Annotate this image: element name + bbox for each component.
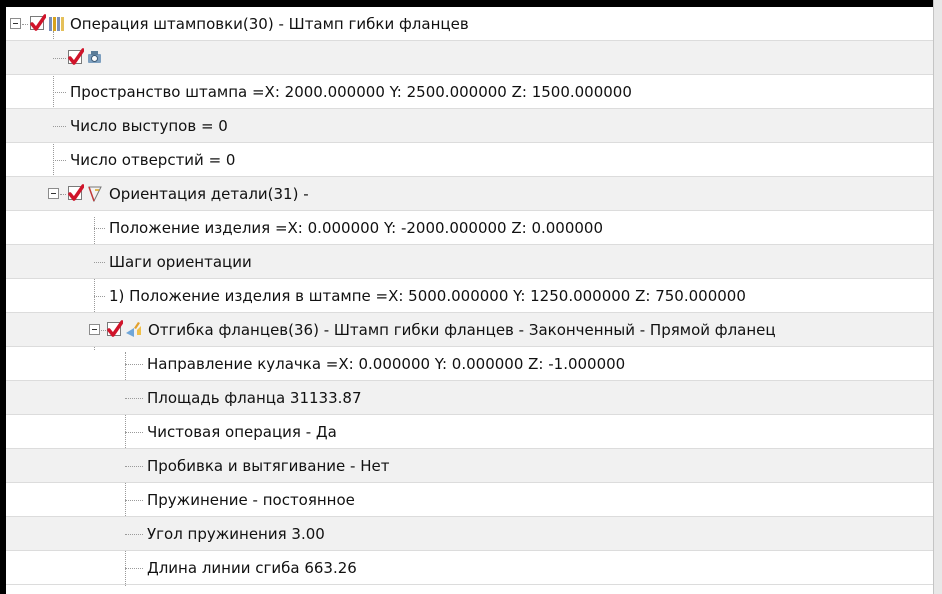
tree-row-part-position[interactable]: Положение изделия =X: 0.000000 Y: -2000.… bbox=[6, 211, 933, 245]
tree-connector bbox=[101, 330, 106, 331]
tree-row-protrusions[interactable]: Число выступов = 0 bbox=[6, 109, 933, 143]
checkbox-icon[interactable] bbox=[30, 14, 46, 31]
tree-connector bbox=[60, 194, 66, 195]
tree-connector bbox=[125, 466, 143, 467]
holes-count-text: Число отверстий = 0 bbox=[70, 151, 236, 169]
collapse-toggle-icon[interactable] bbox=[48, 188, 59, 199]
tree-connector bbox=[94, 228, 105, 229]
flange-bend-label: Отгибка фланцев(36) - Штамп гибки фланце… bbox=[148, 321, 776, 339]
checkbox-icon[interactable] bbox=[107, 320, 123, 337]
tree-row-stamping-operation[interactable]: Операция штамповки(30) - Штамп гибки фла… bbox=[6, 7, 933, 41]
step-1-text: 1) Положение изделия в штампе =X: 5000.0… bbox=[109, 287, 746, 305]
springback-text: Пружинение - постоянное bbox=[147, 491, 355, 509]
tree-connector bbox=[125, 432, 143, 433]
press-settings-icon bbox=[88, 51, 101, 63]
finishing-operation-text: Чистовая операция - Да bbox=[147, 423, 337, 441]
tree-connector bbox=[125, 500, 143, 501]
tree-row-die-space[interactable]: Пространство штампа =X: 2000.000000 Y: 2… bbox=[6, 75, 933, 109]
tree-connector bbox=[53, 160, 66, 161]
tree-row-springback-angle[interactable]: Угол пружинения 3.00 bbox=[6, 517, 933, 551]
tree-row-flange-area[interactable]: Площадь фланца 31133.87 bbox=[6, 381, 933, 415]
tree-row-cam-direction[interactable]: Направление кулачка =X: 0.000000 Y: 0.00… bbox=[6, 347, 933, 381]
tree-row-part-orientation[interactable]: Ориентация детали(31) - bbox=[6, 177, 933, 211]
tree-row-settings[interactable] bbox=[6, 41, 933, 75]
tree-row-step-1[interactable]: 1) Положение изделия в штампе =X: 5000.0… bbox=[6, 279, 933, 313]
tree-row-holes[interactable]: Число отверстий = 0 bbox=[6, 143, 933, 177]
bend-line-length-text: Длина линии сгиба 663.26 bbox=[147, 559, 357, 577]
collapse-toggle-icon[interactable] bbox=[10, 18, 21, 29]
springback-angle-text: Угол пружинения 3.00 bbox=[147, 525, 325, 543]
tree-connector bbox=[94, 296, 105, 297]
part-orientation-label: Ориентация детали(31) - bbox=[109, 185, 309, 203]
tree-row-orientation-steps[interactable]: Шаги ориентации bbox=[6, 245, 933, 279]
tree-row-piercing[interactable]: Пробивка и вытягивание - Нет bbox=[6, 449, 933, 483]
piercing-drawing-text: Пробивка и вытягивание - Нет bbox=[147, 457, 390, 475]
tree-connector bbox=[125, 398, 143, 399]
die-stack-icon bbox=[49, 17, 64, 31]
window-frame-top bbox=[0, 0, 942, 7]
tree-connector bbox=[125, 568, 143, 569]
tree-row-bend-line-length[interactable]: Длина линии сгиба 663.26 bbox=[6, 551, 933, 585]
part-position-text: Положение изделия =X: 0.000000 Y: -2000.… bbox=[109, 219, 604, 237]
die-space-text: Пространство штампа =X: 2000.000000 Y: 2… bbox=[70, 83, 632, 101]
operation-tree[interactable]: Операция штамповки(30) - Штамп гибки фла… bbox=[6, 7, 933, 594]
flange-bend-icon bbox=[126, 322, 141, 337]
tree-connector bbox=[53, 126, 66, 127]
orientation-steps-text: Шаги ориентации bbox=[109, 253, 252, 271]
checkbox-icon[interactable] bbox=[68, 184, 84, 201]
tree-connector bbox=[53, 92, 66, 93]
protrusions-count-text: Число выступов = 0 bbox=[70, 117, 228, 135]
tree-row-finishing[interactable]: Чистовая операция - Да bbox=[6, 415, 933, 449]
collapse-toggle-icon[interactable] bbox=[89, 324, 100, 335]
checkbox-icon[interactable] bbox=[68, 48, 84, 65]
tree-connector bbox=[94, 262, 105, 263]
orientation-icon bbox=[88, 186, 102, 202]
tree-connector bbox=[125, 534, 143, 535]
window-frame-right bbox=[933, 0, 942, 594]
tree-connector bbox=[22, 24, 28, 25]
stamping-operation-label: Операция штамповки(30) - Штамп гибки фла… bbox=[70, 15, 469, 33]
tree-row-flange-bend[interactable]: Отгибка фланцев(36) - Штамп гибки фланце… bbox=[6, 313, 933, 347]
tree-connector bbox=[125, 364, 143, 365]
tree-connector bbox=[53, 58, 66, 59]
cam-direction-text: Направление кулачка =X: 0.000000 Y: 0.00… bbox=[147, 355, 626, 373]
tree-row-springback[interactable]: Пружинение - постоянное bbox=[6, 483, 933, 517]
flange-area-text: Площадь фланца 31133.87 bbox=[147, 389, 362, 407]
